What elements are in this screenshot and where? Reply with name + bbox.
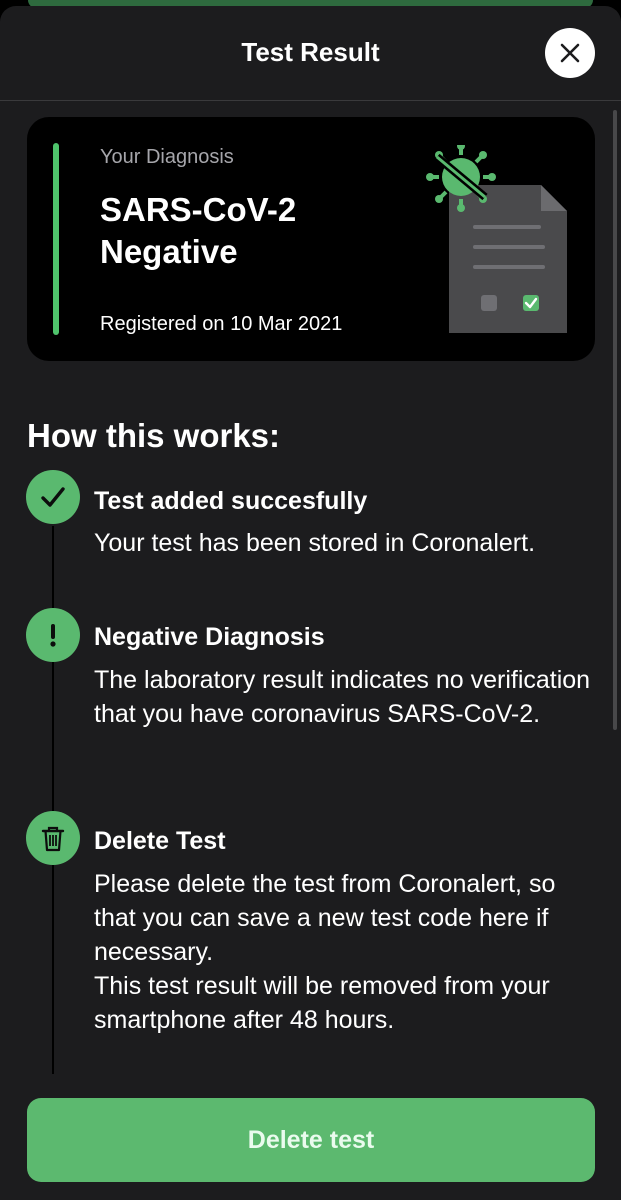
step-title: Negative Diagnosis	[94, 623, 325, 651]
registered-date: Registered on 10 Mar 2021	[100, 313, 343, 335]
step-description: Please delete the test from Coronalert, …	[94, 870, 556, 1034]
close-button[interactable]	[545, 28, 595, 78]
delete-test-button[interactable]: Delete test	[27, 1098, 595, 1182]
close-icon	[560, 43, 580, 63]
how-it-works-heading: How this works:	[27, 417, 281, 454]
test-result-sheet: Test Result Your Diagnosis SARS-CoV-2 Ne…	[0, 6, 621, 1200]
scrollbar[interactable]	[613, 110, 617, 730]
step-description: The laboratory result indicates no verif…	[94, 666, 591, 728]
exclamation-icon	[50, 624, 56, 647]
diagnosis-label: Your Diagnosis	[100, 146, 234, 168]
step-description: Your test has been stored in Coronalert.	[94, 529, 536, 557]
status-accent-bar	[53, 143, 59, 335]
sheet-header: Test Result	[0, 6, 621, 101]
diagnosis-result: SARS-CoV-2 Negative	[100, 191, 297, 270]
page-title: Test Result	[241, 37, 380, 67]
test-document-virus-icon	[426, 145, 567, 333]
checkmark-icon	[41, 487, 65, 507]
step-title: Delete Test	[94, 827, 226, 855]
step-title: Test added succesfully	[94, 487, 368, 515]
step-info-icon	[26, 608, 80, 662]
trash-icon	[41, 826, 65, 852]
step-success-icon	[26, 470, 80, 524]
diagnosis-card: Your Diagnosis SARS-CoV-2 Negative Regis…	[27, 117, 595, 361]
app-screen: Test Result Your Diagnosis SARS-CoV-2 Ne…	[0, 0, 621, 1200]
step-delete-icon	[26, 811, 80, 865]
